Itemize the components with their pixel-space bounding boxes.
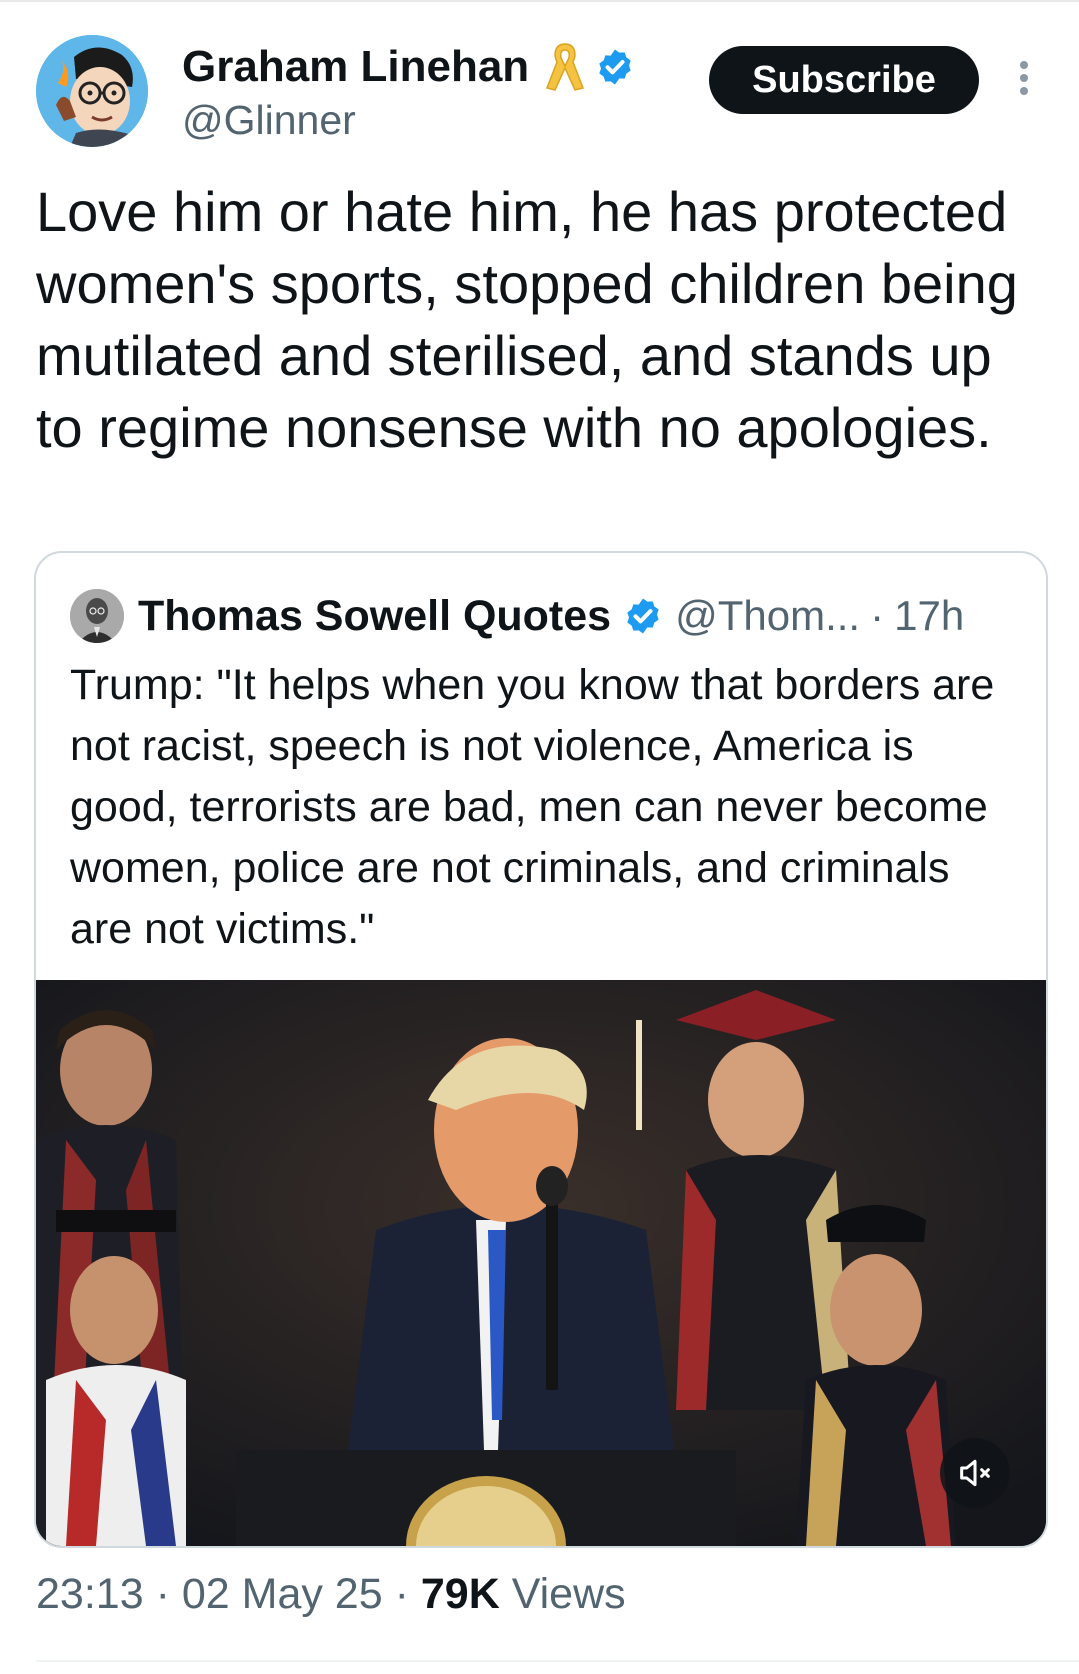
mute-button[interactable] — [940, 1438, 1010, 1508]
subscribe-button[interactable]: Subscribe — [709, 46, 979, 114]
cartoon-avatar-icon — [36, 35, 148, 147]
bottom-divider — [36, 1660, 1079, 1662]
tweet-time[interactable]: 23:13 — [36, 1570, 144, 1618]
views-count[interactable]: 79K — [421, 1570, 500, 1618]
separator-dot: · — [394, 1570, 409, 1618]
quoted-author-avatar[interactable] — [70, 589, 124, 643]
quoted-tweet[interactable]: Thomas Sowell Quotes @Thom... · 17h Trum… — [34, 551, 1048, 1548]
author-name[interactable]: Graham Linehan — [182, 41, 529, 93]
verified-badge-icon — [599, 49, 631, 85]
quoted-timestamp: 17h — [894, 592, 965, 639]
yellow-ribbon-icon — [546, 43, 585, 91]
views-label[interactable]: Views — [512, 1570, 626, 1618]
quoted-video[interactable] — [36, 980, 1046, 1546]
quoted-author-handle: @Thom... — [675, 592, 861, 639]
volume-muted-icon — [960, 1459, 990, 1487]
separator-dot: · — [155, 1570, 170, 1618]
tweet-text: Love him or hate him, he has protected w… — [36, 180, 1018, 459]
portrait-avatar-icon — [70, 589, 124, 643]
quoted-author-name: Thomas Sowell Quotes — [138, 591, 612, 640]
tweet-header: Graham Linehan @Glinner Subscribe — [0, 0, 1079, 160]
quoted-tweet-header: Thomas Sowell Quotes @Thom... · 17h — [70, 589, 964, 643]
author-name-row: Graham Linehan — [182, 40, 635, 94]
tweet-date[interactable]: 02 May 25 — [182, 1570, 383, 1618]
author-avatar[interactable] — [36, 35, 148, 147]
video-frame-image — [36, 980, 1046, 1546]
tweet-meta: 23:13 · 02 May 25 · 79K Views — [36, 1570, 626, 1619]
author-handle[interactable]: @Glinner — [182, 96, 356, 144]
quoted-tweet-text: Trump: "It helps when you know that bord… — [70, 661, 995, 953]
separator-dot: · — [870, 592, 885, 639]
more-vertical-icon[interactable] — [1012, 56, 1036, 102]
verified-badge-icon — [627, 598, 659, 634]
